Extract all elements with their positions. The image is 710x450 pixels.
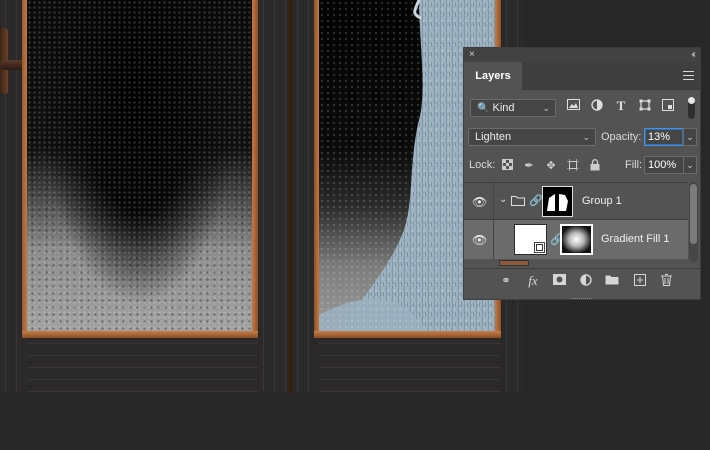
trash-icon[interactable] — [658, 274, 674, 288]
tab-layers[interactable]: Layers — [464, 62, 522, 90]
door-rail-bottom-left — [27, 338, 258, 393]
pane-right-bevel-bottom — [314, 331, 501, 338]
add-mask-icon[interactable] — [551, 274, 567, 288]
fx-icon[interactable]: fx — [525, 274, 541, 288]
folder-icon — [511, 195, 525, 209]
lock-row: Lock: ✒ ✥ Fill: 100% ⌄ — [464, 156, 700, 176]
chevron-down-icon: ⌄ — [582, 132, 590, 142]
chevron-down-icon: ⌄ — [542, 103, 550, 113]
artwork — [0, 0, 523, 393]
blend-row: Lighten ⌄ Opacity: 13% ⌄ — [464, 128, 700, 148]
panel-footer: ⚭ fx — [464, 268, 700, 292]
adjustment-icon[interactable] — [590, 99, 604, 113]
smart-object-icon[interactable] — [661, 99, 675, 113]
pane-bevel-bottom — [22, 331, 258, 338]
new-adjustment-icon[interactable] — [578, 274, 594, 288]
fill-layer-thumbnail[interactable] — [514, 224, 547, 255]
new-group-icon[interactable] — [604, 274, 620, 288]
blend-mode-value: Lighten — [475, 131, 512, 143]
filter-row: 🔍 Kind ⌄ T — [464, 97, 700, 119]
image-icon[interactable] — [566, 99, 580, 113]
link-icon[interactable]: 🔗 — [529, 194, 543, 207]
layer-mask-thumbnail[interactable] — [560, 224, 593, 255]
lock-all-icon[interactable] — [588, 159, 602, 173]
layer-row-group-1[interactable]: 👁 ⌄ 🔗 Group 1 — [464, 182, 688, 219]
layers-scrollbar[interactable] — [689, 182, 698, 262]
link-layers-icon[interactable]: ⚭ — [498, 274, 514, 288]
layers-panel: × ‹‹ Layers 🔍 Kind ⌄ T Lighten ⌄ Opacity… — [463, 47, 701, 300]
panel-menu-icon[interactable] — [683, 71, 694, 80]
blend-mode-select[interactable]: Lighten ⌄ — [468, 128, 596, 146]
lock-position-icon[interactable]: ✥ — [544, 159, 558, 173]
panel-titlebar[interactable]: × ‹‹ — [464, 48, 700, 62]
layer-name: Group 1 — [582, 195, 622, 207]
close-icon[interactable]: × — [469, 48, 475, 62]
opacity-field[interactable]: 13% — [644, 128, 684, 146]
layer-row-gradient-fill-1[interactable]: 👁 🔗 Gradient Fill 1 — [464, 219, 688, 259]
fill-label: Fill: — [625, 159, 643, 171]
adjustment-badge-icon — [534, 242, 545, 253]
lock-artboard-icon[interactable] — [566, 159, 580, 173]
shape-icon[interactable] — [638, 99, 652, 113]
door-stile-center-left — [258, 0, 289, 393]
lock-transparent-pixels-icon[interactable] — [500, 159, 514, 173]
new-layer-icon[interactable] — [632, 274, 648, 288]
double-chevron-left-icon[interactable]: ‹‹ — [691, 48, 695, 62]
eye-icon[interactable]: 👁 — [472, 233, 487, 247]
filter-kind-label: Kind — [492, 102, 515, 114]
panel-tab-row: Layers — [464, 62, 700, 90]
filter-kind-select[interactable]: 🔍 Kind ⌄ — [470, 99, 556, 117]
type-icon[interactable]: T — [614, 99, 628, 113]
chevron-down-icon[interactable]: ⌄ — [499, 194, 507, 205]
lock-image-pixels-icon[interactable]: ✒ — [522, 159, 536, 173]
fill-dropdown-button[interactable]: ⌄ — [683, 156, 697, 174]
layer-thumbnail-partial — [499, 260, 529, 266]
glass-pane-left — [27, 0, 252, 333]
layer-name: Gradient Fill 1 — [601, 233, 670, 245]
eye-icon[interactable]: 👁 — [472, 195, 487, 209]
lock-label: Lock: — [469, 159, 496, 171]
group-mask-thumbnail[interactable] — [542, 186, 573, 217]
panel-resize-grip[interactable] — [572, 298, 592, 300]
opacity-dropdown-button[interactable]: ⌄ — [683, 128, 697, 146]
search-icon: 🔍 — [477, 103, 490, 114]
filter-toggle[interactable] — [688, 97, 695, 119]
scrollbar-thumb[interactable] — [690, 184, 697, 244]
pane-bevel-left — [22, 0, 27, 338]
opacity-label: Opacity: — [601, 131, 642, 143]
fill-field[interactable]: 100% — [644, 156, 684, 174]
door-rail-bottom-right — [319, 338, 501, 393]
pane-right-bevel-left — [314, 0, 319, 338]
